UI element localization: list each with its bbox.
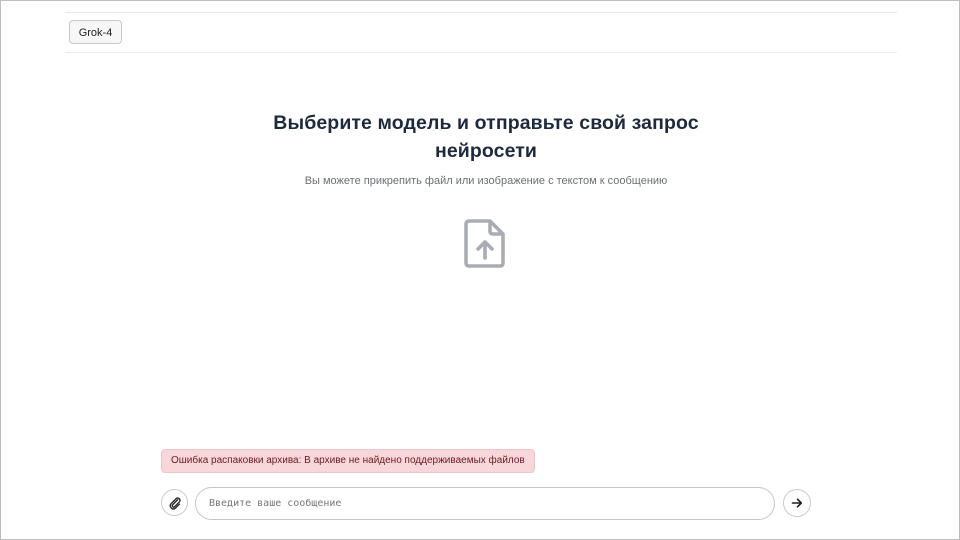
top-divider [65, 12, 897, 13]
file-upload-icon-svg [464, 219, 505, 268]
arrow-right-icon [791, 498, 803, 508]
page-subtitle: Вы можете прикрепить файл или изображени… [304, 175, 668, 187]
model-select-button[interactable]: Grok-4 [69, 20, 122, 44]
app-window: Grok-4 Выберите модель и отправьте свой … [0, 0, 960, 540]
page-title: Выберите модель и отправьте свой запрос … [273, 112, 699, 162]
error-alert-text: Ошибка распаковки архива: В архиве не на… [171, 455, 525, 466]
paperclip-icon [169, 497, 181, 510]
attach-file-button[interactable] [161, 489, 188, 516]
error-alert: Ошибка распаковки архива: В архиве не на… [161, 449, 535, 473]
file-upload-icon[interactable] [462, 217, 508, 269]
message-input[interactable] [195, 487, 775, 520]
send-button[interactable] [783, 489, 811, 517]
header-divider [65, 52, 897, 53]
